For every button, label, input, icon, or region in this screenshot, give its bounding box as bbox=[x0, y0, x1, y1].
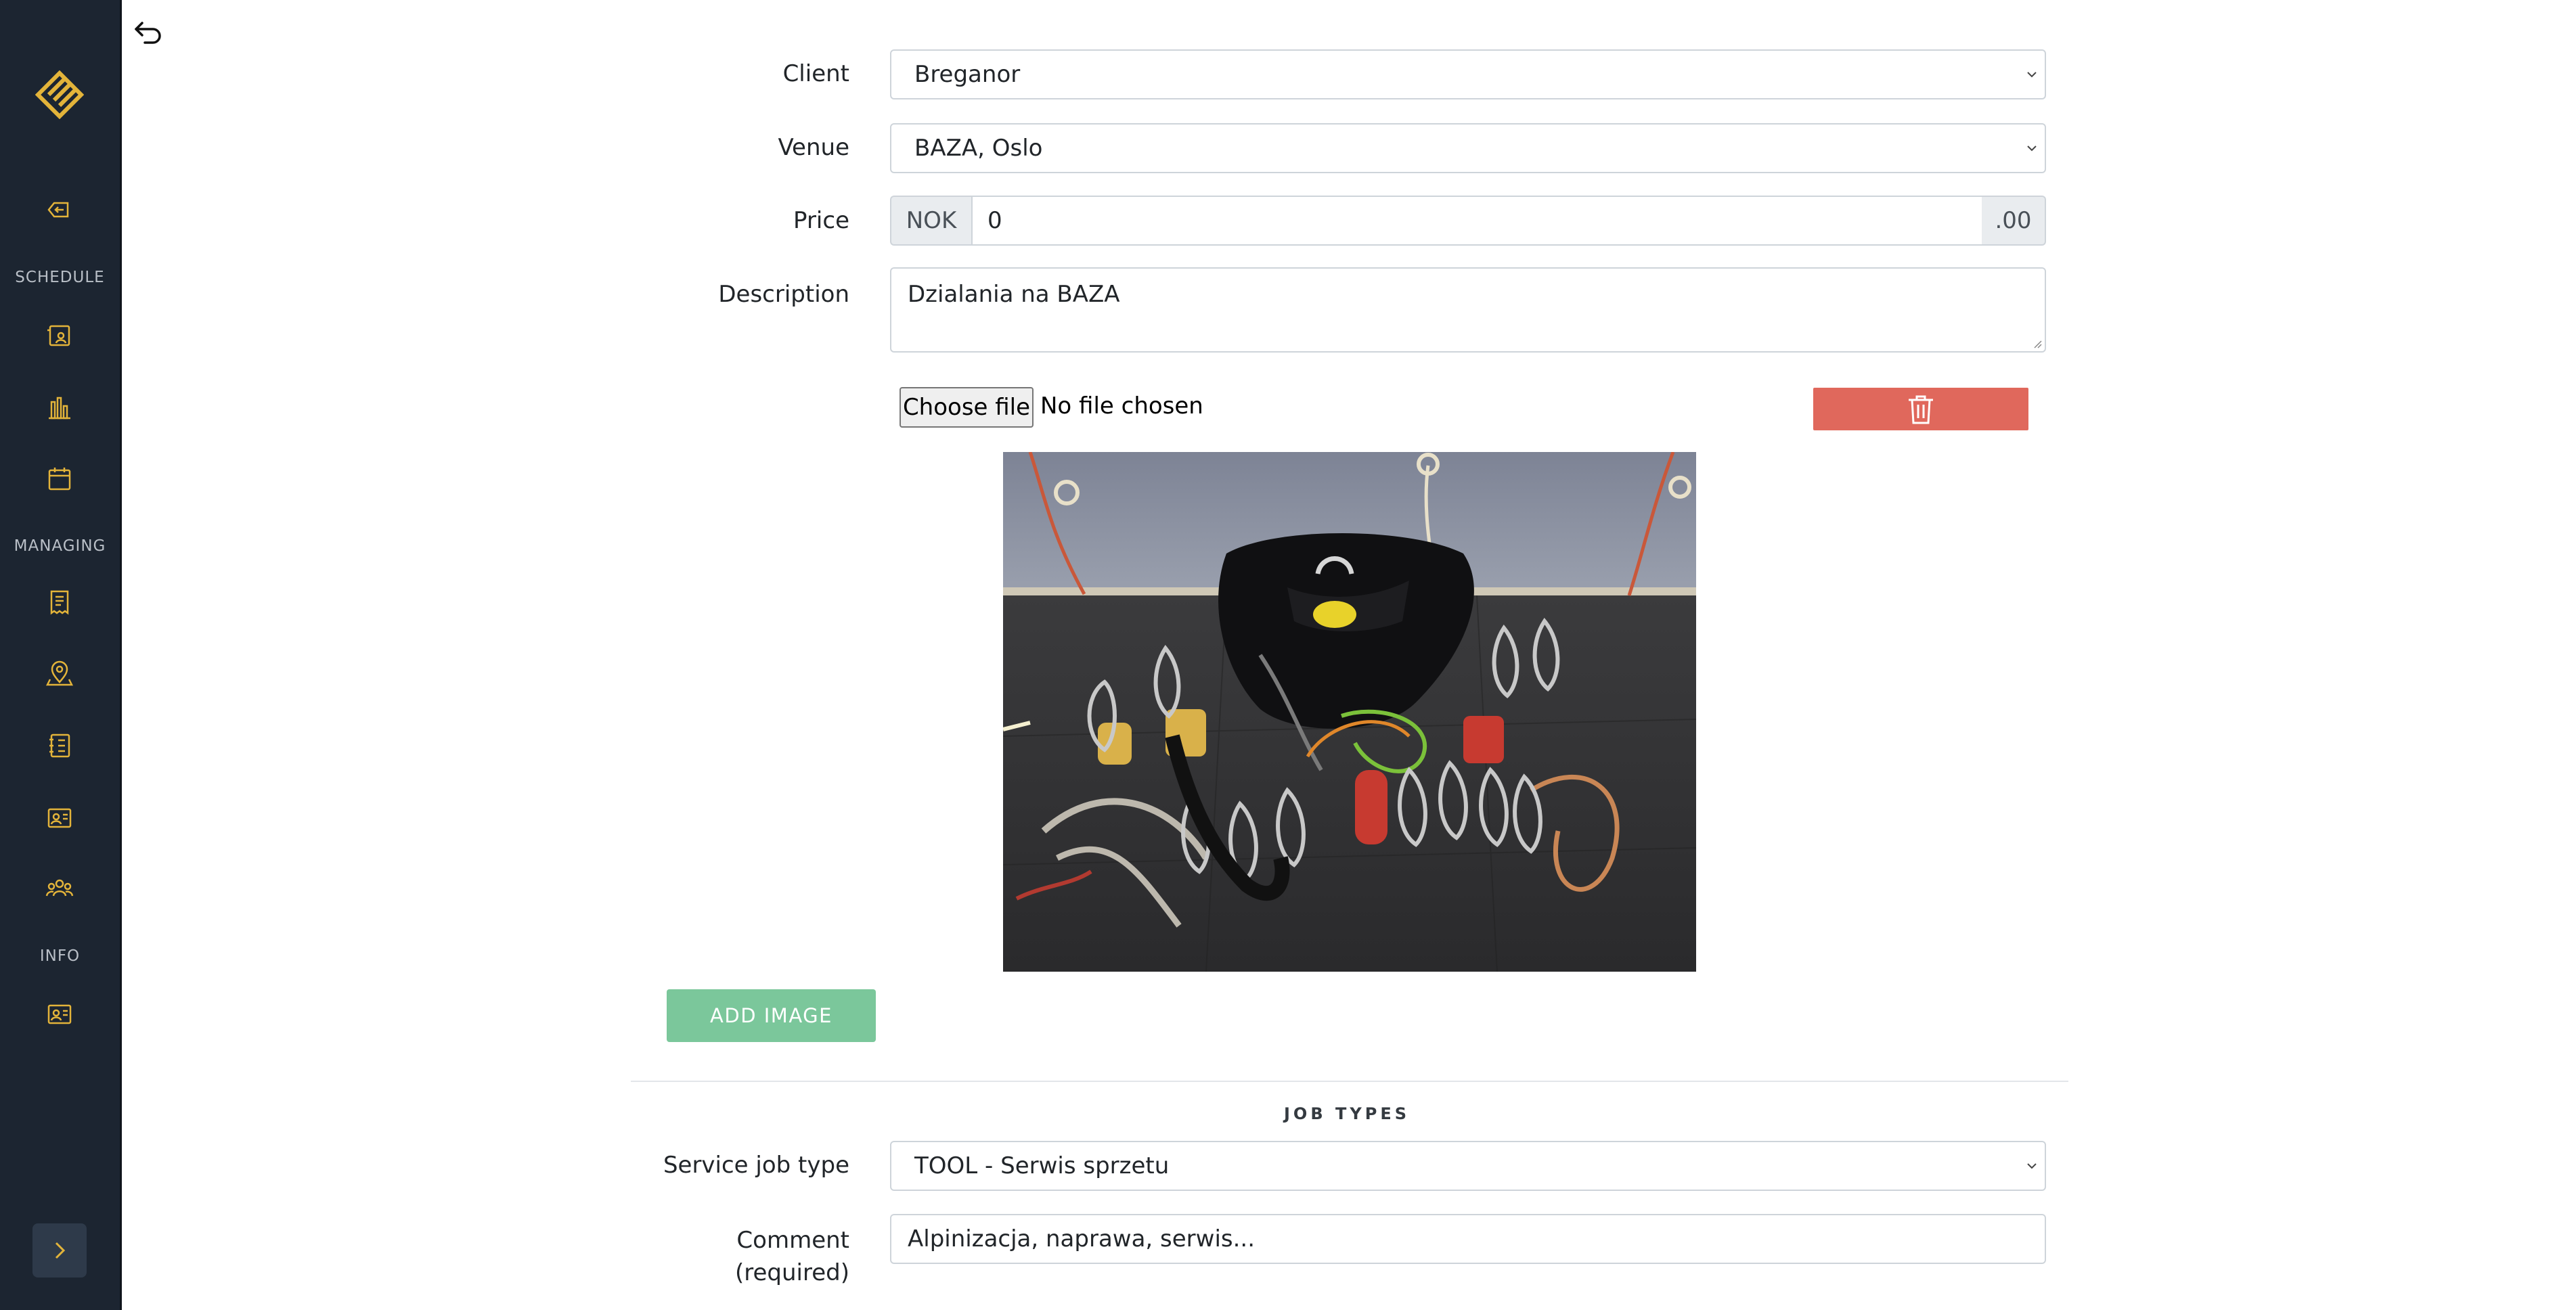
client-select-value: Breganor bbox=[914, 61, 1021, 88]
service-job-type-select[interactable]: TOOL - Serwis sprzetu bbox=[890, 1141, 2046, 1191]
price-label: Price bbox=[793, 207, 849, 234]
chevron-down-icon bbox=[2027, 145, 2037, 152]
venue-select[interactable]: BAZA, Oslo bbox=[890, 123, 2046, 173]
section-managing-label: MANAGING bbox=[14, 537, 106, 555]
info-card-icon[interactable] bbox=[43, 997, 76, 1030]
receipt-icon[interactable] bbox=[43, 586, 76, 618]
uploaded-image bbox=[1003, 452, 1696, 972]
choose-file-button[interactable]: Choose file bbox=[900, 387, 1034, 428]
trash-icon bbox=[1909, 395, 1933, 424]
job-types-title: JOB TYPES bbox=[1284, 1104, 1410, 1123]
venue-label: Venue bbox=[778, 134, 849, 161]
notebook-icon[interactable] bbox=[43, 729, 76, 762]
section-schedule-label: SCHEDULE bbox=[15, 269, 105, 286]
chevron-right-icon bbox=[55, 1242, 66, 1259]
add-image-button[interactable]: ADD IMAGE bbox=[667, 989, 876, 1042]
resize-grip-icon[interactable] bbox=[2031, 338, 2042, 348]
id-card-icon[interactable] bbox=[43, 801, 76, 834]
description-label: Description bbox=[718, 281, 849, 308]
back-arrow-icon[interactable] bbox=[133, 19, 164, 46]
comment-input[interactable]: Alpinizacja, naprawa, serwis... bbox=[890, 1214, 2046, 1264]
service-job-type-label: Service job type bbox=[663, 1152, 849, 1179]
description-textarea[interactable]: Dzialania na BAZA bbox=[890, 267, 2046, 353]
climbing-gear-photo bbox=[1003, 452, 1696, 972]
bar-chart-icon[interactable] bbox=[43, 391, 76, 424]
service-job-type-value: TOOL - Serwis sprzetu bbox=[914, 1152, 1170, 1179]
file-status-text: No file chosen bbox=[1040, 392, 1203, 420]
delete-image-button[interactable] bbox=[1813, 388, 2028, 430]
section-info-label: INFO bbox=[39, 947, 81, 965]
comment-label: Comment (required) bbox=[735, 1224, 849, 1289]
comment-label-line1: Comment bbox=[736, 1227, 849, 1254]
team-icon[interactable] bbox=[43, 873, 76, 905]
description-text: Dzialania na BAZA bbox=[908, 281, 1120, 308]
user-schedule-icon[interactable] bbox=[43, 319, 76, 352]
client-select[interactable]: Breganor bbox=[890, 49, 2046, 99]
price-currency-addon: NOK bbox=[890, 196, 971, 246]
logout-icon[interactable] bbox=[43, 194, 76, 226]
map-pin-icon[interactable] bbox=[43, 658, 76, 690]
chevron-down-icon bbox=[2027, 1163, 2037, 1169]
price-input[interactable]: 0 bbox=[971, 196, 1983, 246]
section-divider bbox=[631, 1081, 2068, 1082]
sidebar-expand-button[interactable] bbox=[32, 1223, 87, 1278]
chevron-down-icon bbox=[2027, 72, 2037, 78]
calendar-icon[interactable] bbox=[43, 463, 76, 495]
comment-input-value: Alpinizacja, naprawa, serwis... bbox=[908, 1225, 1256, 1252]
price-decimal-addon: .00 bbox=[1982, 196, 2046, 246]
client-label: Client bbox=[782, 60, 849, 87]
venue-select-value: BAZA, Oslo bbox=[914, 135, 1043, 162]
logo-icon[interactable] bbox=[35, 70, 84, 119]
comment-label-line2: (required) bbox=[735, 1259, 849, 1286]
sidebar: SCHEDULE MANAGING INFO bbox=[0, 0, 122, 1310]
